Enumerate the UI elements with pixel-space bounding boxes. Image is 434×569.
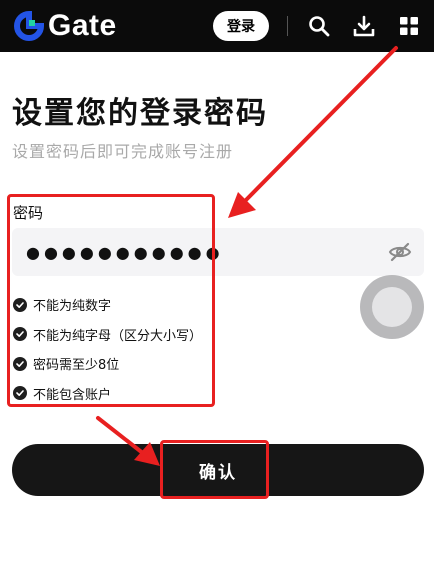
eye-off-icon[interactable] (388, 240, 412, 264)
gate-logo-icon (14, 11, 44, 41)
logo-text: Gate (48, 9, 117, 42)
grid-icon[interactable] (396, 13, 422, 39)
highlight-box-confirm (160, 440, 269, 499)
login-button[interactable]: 登录 (213, 11, 269, 41)
arrow-head-top (228, 192, 256, 218)
search-icon[interactable] (306, 13, 332, 39)
assistive-touch-button[interactable] (360, 275, 424, 339)
assistive-touch-inner (372, 287, 412, 327)
highlight-box-password-section (7, 194, 215, 407)
gate-logo[interactable]: Gate (14, 8, 117, 44)
top-bar: Gate 登录 (0, 0, 434, 52)
page-title: 设置您的登录密码 (12, 96, 268, 131)
header-divider (287, 16, 288, 36)
download-icon[interactable] (351, 13, 377, 39)
page-subtitle: 设置密码后即可完成账号注册 (12, 142, 234, 161)
